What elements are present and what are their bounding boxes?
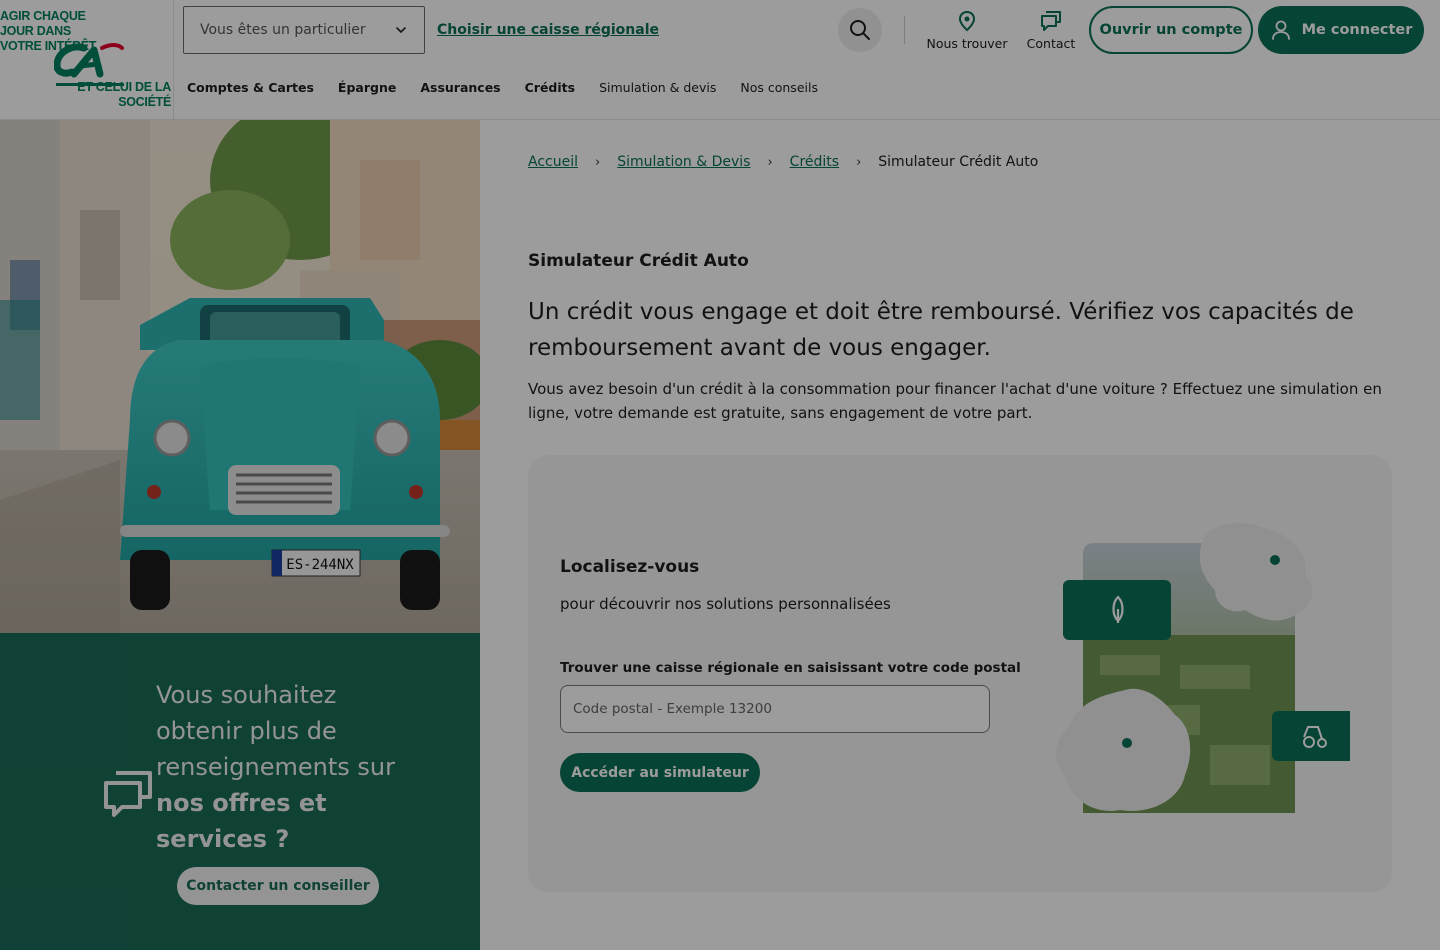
search-icon [850, 20, 870, 40]
breadcrumb-separator: › [595, 154, 601, 170]
locate-subtitle: pour découvrir nos solutions personnalis… [560, 595, 891, 613]
contact-button[interactable]: Contact [1020, 10, 1082, 51]
page-title: Simulateur Crédit Auto [528, 251, 749, 271]
postal-code-input[interactable] [560, 685, 990, 733]
postal-code-label: Trouver une caisse régionale en saisissa… [560, 660, 1021, 676]
search-button[interactable] [838, 8, 882, 52]
contact-label: Contact [1026, 36, 1076, 51]
breadcrumb-simulation[interactable]: Simulation & Devis [617, 154, 750, 170]
license-plate-text: ES-244NX [286, 557, 354, 573]
breadcrumb-separator: › [856, 154, 862, 170]
nav-item-nos-conseils[interactable]: Nos conseils [740, 80, 818, 95]
user-icon [1271, 20, 1290, 40]
brand-logo[interactable]: Agir chaque jour dans votre intérêt et c… [0, 0, 174, 120]
find-agency-label: Nous trouver [926, 36, 1008, 51]
main-navigation: Comptes & Cartes Épargne Assurances Créd… [187, 80, 818, 95]
logo-tagline-bottom: et celui de la société [77, 80, 171, 109]
choose-regional-bank-link[interactable]: Choisir une caisse régionale [437, 22, 659, 38]
hero-car-image: ES-244NX [0, 120, 480, 633]
breadcrumb-current: Simulateur Crédit Auto [878, 154, 1039, 170]
chat-bubbles-icon [1041, 11, 1061, 31]
nav-item-credits[interactable]: Crédits [525, 80, 575, 95]
breadcrumb-credits[interactable]: Crédits [790, 154, 839, 170]
open-account-button[interactable]: Ouvrir un compte [1089, 6, 1253, 54]
nav-item-comptes-cartes[interactable]: Comptes & Cartes [187, 80, 314, 95]
header-divider [904, 16, 905, 44]
intro-text: Vous avez besoin d'un crédit à la consom… [528, 380, 1382, 422]
chat-bubbles-icon [104, 771, 152, 817]
nav-item-epargne[interactable]: Épargne [338, 80, 396, 95]
promo-heading: Vous souhaitez obtenir plus de renseigne… [156, 677, 416, 857]
locate-title: Localisez-vous [560, 557, 700, 577]
promo-heading-line1: Vous souhaitez obtenir plus de renseigne… [156, 681, 395, 781]
location-pin-icon [958, 10, 976, 32]
breadcrumb-separator: › [767, 154, 773, 170]
site-header: Agir chaque jour dans votre intérêt et c… [0, 0, 1440, 120]
find-agency-button[interactable]: Nous trouver [926, 10, 1008, 51]
profile-select-value: Vous êtes un particulier [200, 22, 366, 38]
chevron-down-icon [396, 27, 406, 33]
nav-item-assurances[interactable]: Assurances [420, 80, 500, 95]
login-label: Me connecter [1301, 22, 1413, 38]
breadcrumb-home[interactable]: Accueil [528, 154, 578, 170]
login-button[interactable]: Me connecter [1258, 6, 1424, 54]
profile-select[interactable]: Vous êtes un particulier [183, 6, 425, 54]
promo-heading-line2: nos offres et services ? [156, 789, 327, 853]
breadcrumb: Accueil › Simulation & Devis › Crédits ›… [528, 154, 1038, 170]
access-simulator-button[interactable]: Accéder au simulateur [560, 753, 760, 792]
contact-advisor-button[interactable]: Contacter un conseiller [177, 867, 379, 905]
regions-map-illustration [1055, 523, 1350, 813]
credit-warning-text: Un crédit vous engage et doit être rembo… [528, 299, 1354, 361]
nav-item-simulation-devis[interactable]: Simulation & devis [599, 80, 716, 95]
